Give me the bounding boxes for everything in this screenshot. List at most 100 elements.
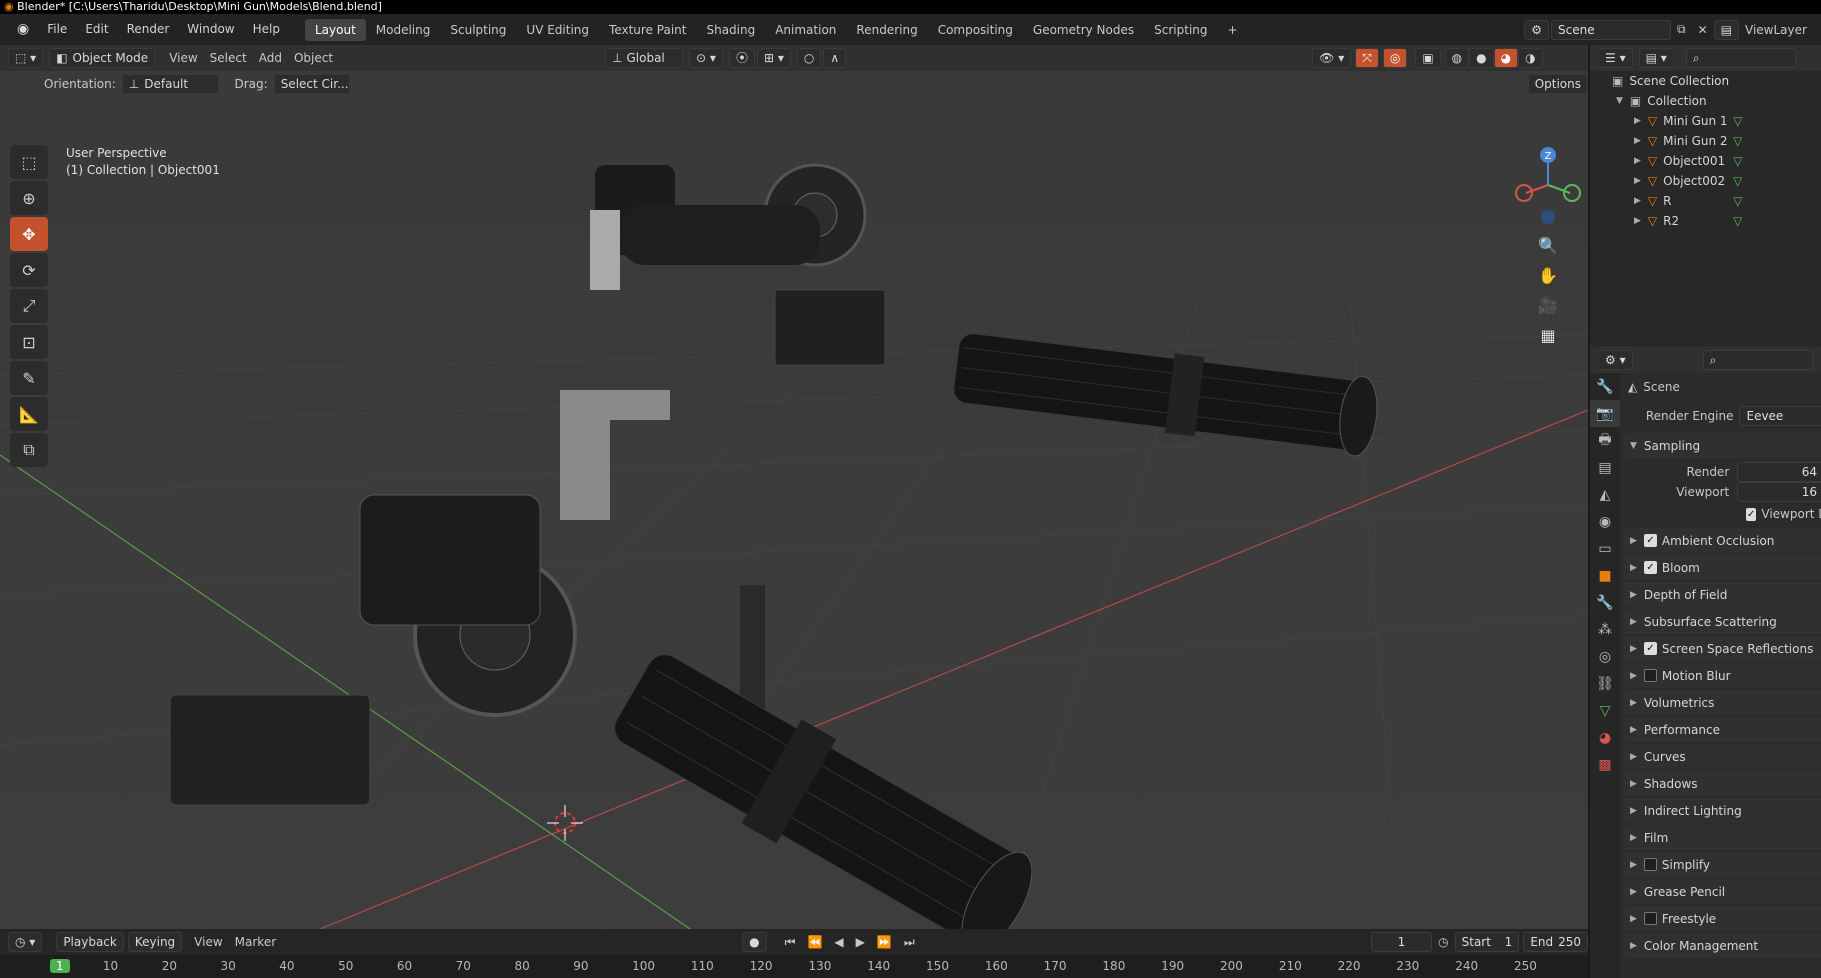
material-properties-icon[interactable]: ◕ xyxy=(1590,724,1620,751)
data-properties-icon[interactable]: ▽ xyxy=(1590,697,1620,724)
render-panel-header[interactable]: ▶ Motion Blur xyxy=(1624,663,1821,688)
view-layer-properties-icon[interactable]: ▤ xyxy=(1590,454,1620,481)
start-frame-field[interactable]: Start 1 xyxy=(1454,932,1520,952)
drag-dropdown[interactable]: Select Cir... xyxy=(273,74,350,94)
viewport-menu-select[interactable]: Select xyxy=(210,51,247,65)
outliner-item[interactable]: ▶ ▽ Mini Gun 2 ▽ xyxy=(1590,131,1821,151)
timeline-editor-type[interactable]: ◷ ▾ xyxy=(8,932,43,952)
tab-texture-paint[interactable]: Texture Paint xyxy=(599,19,696,41)
proportional-edit-toggle[interactable]: ○ xyxy=(796,48,822,68)
mesh-data-icon[interactable]: ▽ xyxy=(1733,194,1742,208)
viewport-samples-field[interactable]: 16 xyxy=(1737,482,1821,502)
constraints-properties-icon[interactable]: ⛓ xyxy=(1590,670,1620,697)
menu-render[interactable]: Render xyxy=(118,14,179,45)
falloff-button[interactable]: ∧ xyxy=(823,48,847,68)
expand-arrow-icon[interactable]: ▶ xyxy=(1634,116,1641,126)
expand-arrow-icon[interactable]: ▶ xyxy=(1634,156,1641,166)
playback-dropdown[interactable]: Playback xyxy=(56,932,124,952)
zoom-icon[interactable]: 🔍 xyxy=(1532,231,1564,261)
wireframe-shading-button[interactable]: ◍ xyxy=(1444,48,1470,68)
modifier-properties-icon[interactable]: 🔧 xyxy=(1590,589,1620,616)
expand-arrow-icon[interactable]: ▶ xyxy=(1634,216,1641,226)
annotate-tool-icon[interactable]: ✎ xyxy=(10,361,48,395)
properties-search[interactable]: ⌕ xyxy=(1702,350,1813,370)
collection-properties-icon[interactable]: ▭ xyxy=(1590,535,1620,562)
orientation-dropdown[interactable]: ⊥ Default xyxy=(121,74,219,94)
outliner-item[interactable]: ▶ ▽ Object001 ▽ xyxy=(1590,151,1821,171)
keying-dropdown[interactable]: Keying xyxy=(127,932,183,952)
axis-gizmo[interactable]: Z xyxy=(1508,145,1588,225)
preview-range-icon[interactable]: ◷ xyxy=(1438,935,1448,949)
move-tool-icon[interactable]: ✥ xyxy=(10,217,48,251)
tab-layout[interactable]: Layout xyxy=(304,18,366,41)
mesh-data-icon[interactable]: ▽ xyxy=(1733,174,1742,188)
panel-enable-checkbox[interactable] xyxy=(1643,669,1657,682)
render-panel-header[interactable]: ▶ ✓ Screen Space Reflections xyxy=(1624,636,1821,661)
tab-animation[interactable]: Animation xyxy=(765,19,846,41)
render-panel-header[interactable]: ▶ ✓ Ambient Occlusion xyxy=(1624,528,1821,553)
mesh-data-icon[interactable]: ▽ xyxy=(1733,214,1742,228)
scene-collection-row[interactable]: ▣ Scene Collection xyxy=(1590,71,1821,91)
particles-properties-icon[interactable]: ⁂ xyxy=(1590,616,1620,643)
tab-sculpting[interactable]: Sculpting xyxy=(440,19,516,41)
play-reverse-icon[interactable]: ◀ xyxy=(834,935,843,949)
pivot-point-button[interactable]: ⊙ ▾ xyxy=(689,48,723,68)
add-cube-tool-icon[interactable]: ⧉ xyxy=(10,433,48,467)
collection-row[interactable]: ▼ ▣ Collection xyxy=(1590,91,1821,111)
jump-end-icon[interactable]: ⏭ xyxy=(904,935,915,950)
add-workspace-button[interactable]: + xyxy=(1218,19,1248,41)
panel-enable-checkbox[interactable]: ✓ xyxy=(1643,561,1657,574)
camera-view-icon[interactable]: 🎥 xyxy=(1532,291,1564,321)
viewport-menu-view[interactable]: View xyxy=(169,51,197,65)
delete-scene-icon[interactable]: ✕ xyxy=(1698,23,1708,37)
measure-tool-icon[interactable]: 📐 xyxy=(10,397,48,431)
scale-tool-icon[interactable]: ⤢ xyxy=(10,289,48,323)
end-frame-field[interactable]: End 250 xyxy=(1523,932,1588,952)
viewport-denoise-row[interactable]: ✓ Viewport Denoising xyxy=(1624,502,1821,526)
outliner-search[interactable]: ⌕ xyxy=(1685,48,1796,68)
render-panel-header[interactable]: ▶ Simplify xyxy=(1624,852,1821,877)
options-dropdown[interactable]: Options xyxy=(1527,74,1588,94)
editor-type-button[interactable]: ⬚ ▾ xyxy=(8,48,44,68)
viewport-menu-add[interactable]: Add xyxy=(259,51,282,65)
pan-hand-icon[interactable]: ✋ xyxy=(1532,261,1564,291)
play-icon[interactable]: ▶ xyxy=(856,935,865,949)
world-properties-icon[interactable]: ◉ xyxy=(1590,508,1620,535)
display-mode-button[interactable]: ▤ ▾ xyxy=(1638,48,1674,68)
snap-toggle[interactable]: ⦿ xyxy=(728,48,755,68)
transform-tool-icon[interactable]: ⊡ xyxy=(10,325,48,359)
object-properties-icon[interactable]: ■ xyxy=(1590,562,1620,589)
tool-properties-icon[interactable]: 🔧 xyxy=(1590,373,1620,400)
rotate-tool-icon[interactable]: ⟳ xyxy=(10,253,48,287)
render-panel-header[interactable]: ▶ Indirect Lighting xyxy=(1624,798,1821,823)
timeline-view-menu[interactable]: View xyxy=(194,935,222,949)
new-scene-icon[interactable]: ⧉ xyxy=(1677,22,1686,37)
next-keyframe-icon[interactable]: ⏩ xyxy=(877,935,892,949)
select-tool-icon[interactable]: ⬚ xyxy=(10,145,48,179)
render-panel-header[interactable]: ▶ Curves xyxy=(1624,744,1821,769)
panel-enable-checkbox[interactable] xyxy=(1643,858,1657,871)
scene-icon[interactable]: ⚙ xyxy=(1524,19,1550,40)
outliner-item[interactable]: ▶ ▽ Object002 ▽ xyxy=(1590,171,1821,191)
menu-edit[interactable]: Edit xyxy=(76,14,117,45)
sampling-panel-header[interactable]: ▼ Sampling xyxy=(1624,433,1821,458)
view-layer-icon[interactable]: ▤ xyxy=(1713,19,1739,40)
mesh-data-icon[interactable]: ▽ xyxy=(1733,154,1742,168)
menu-help[interactable]: Help xyxy=(244,14,289,45)
outliner-item[interactable]: ▶ ▽ R2 ▽ xyxy=(1590,211,1821,231)
perspective-toggle-icon[interactable]: ▦ xyxy=(1532,321,1564,351)
3d-viewport[interactable]: ⬚ ▾ ◧ Object Mode View Select Add Object… xyxy=(0,45,1588,929)
jump-start-icon[interactable]: ⏮ xyxy=(785,935,796,950)
mesh-data-icon[interactable]: ▽ xyxy=(1733,134,1742,148)
xray-toggle[interactable]: ▣ xyxy=(1415,48,1441,68)
blender-menu-icon[interactable]: ◉ xyxy=(8,14,38,45)
render-panel-header[interactable]: ▶ Color Management xyxy=(1624,933,1821,958)
expand-arrow-icon[interactable]: ▶ xyxy=(1634,176,1641,186)
tab-rendering[interactable]: Rendering xyxy=(846,19,927,41)
gizmo-toggle[interactable]: ⤧ xyxy=(1355,48,1379,68)
tab-modeling[interactable]: Modeling xyxy=(366,19,441,41)
mode-dropdown[interactable]: ◧ Object Mode xyxy=(49,48,156,68)
outliner-item[interactable]: ▶ ▽ R ▽ xyxy=(1590,191,1821,211)
tab-geometry-nodes[interactable]: Geometry Nodes xyxy=(1023,19,1144,41)
render-panel-header[interactable]: ▶ ✓ Bloom xyxy=(1624,555,1821,580)
